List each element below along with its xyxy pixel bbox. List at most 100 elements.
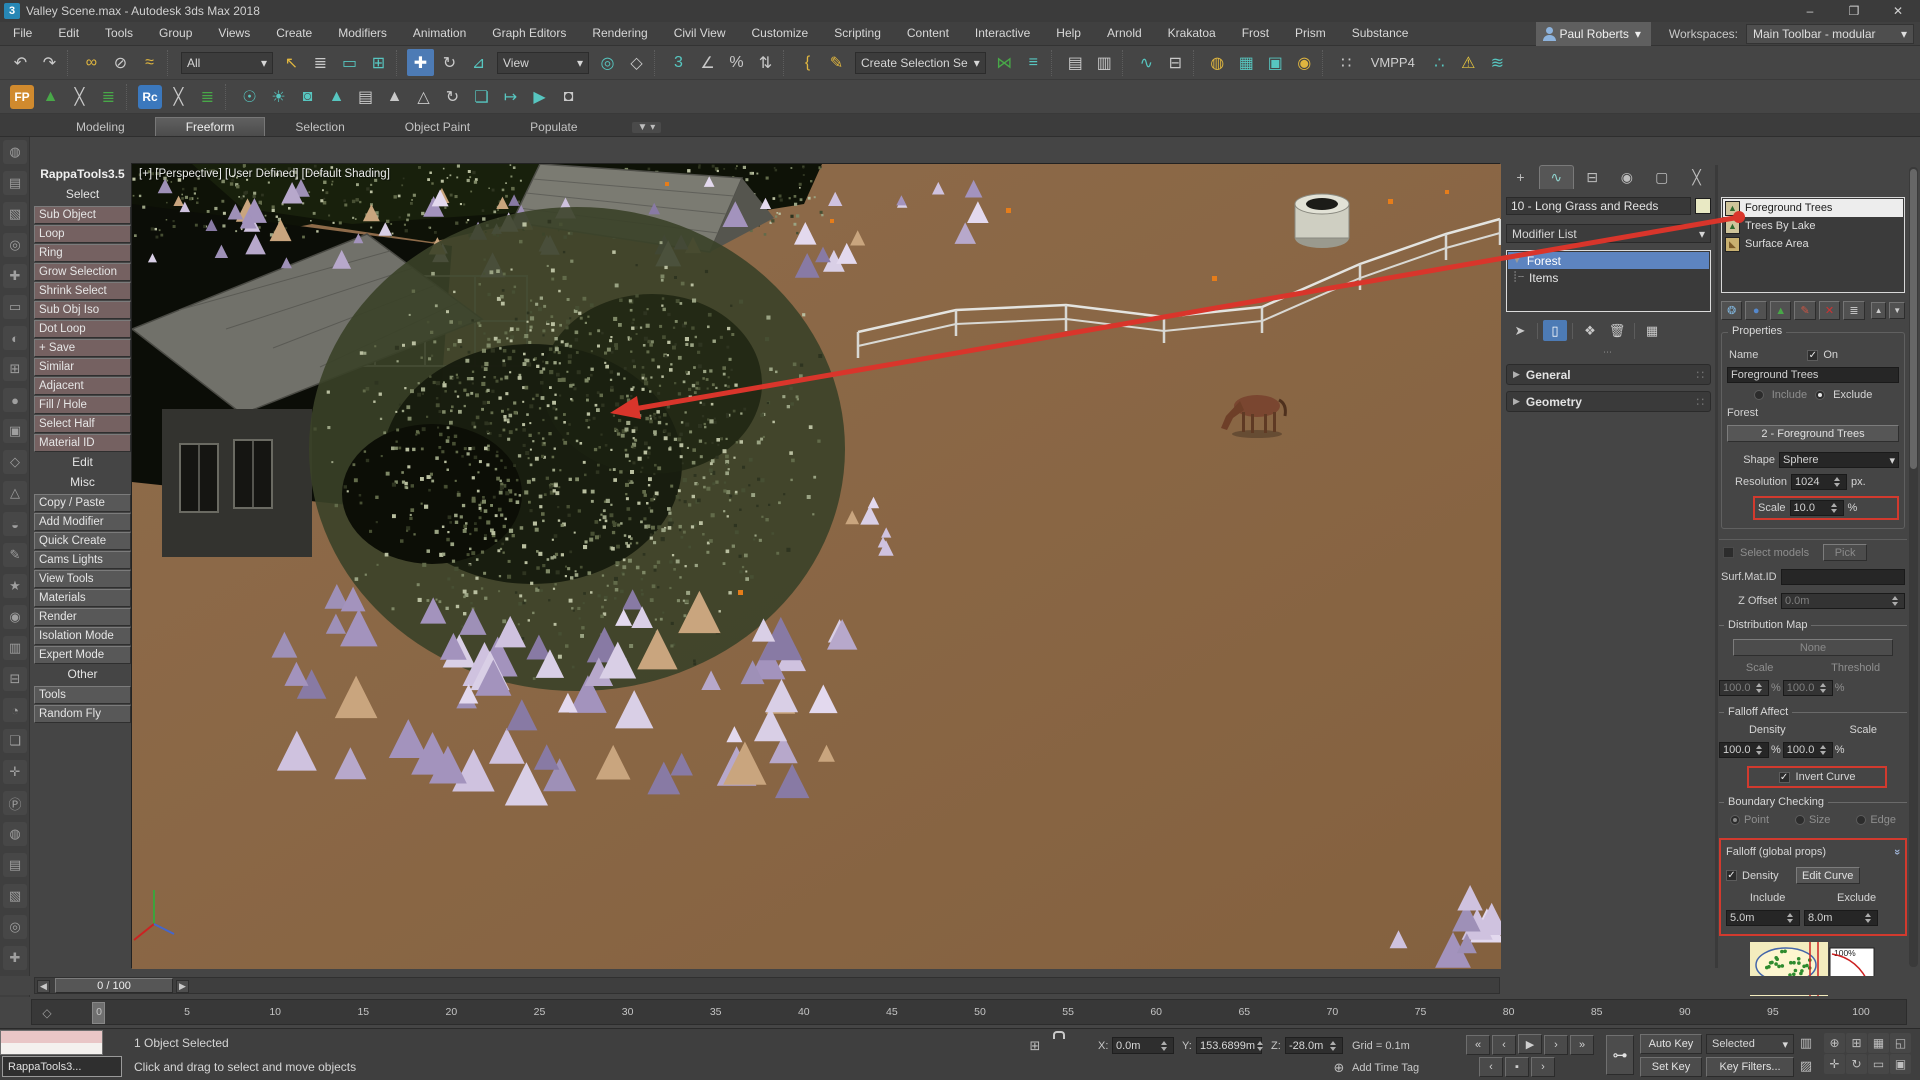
prev-key-icon[interactable]: ‹ bbox=[1479, 1057, 1503, 1077]
select-link-icon[interactable]: ∞ bbox=[78, 49, 105, 76]
menu-modifiers[interactable]: Modifiers bbox=[325, 22, 400, 45]
rappa-button-fill-hole[interactable]: Fill / Hole bbox=[34, 396, 131, 414]
resolution-field[interactable]: 1024 bbox=[1791, 474, 1847, 490]
maximize-viewport-icon[interactable]: ▣ bbox=[1890, 1054, 1911, 1074]
fg-exclude-field[interactable]: 8.0m bbox=[1804, 910, 1878, 926]
tab-freeform[interactable]: Freeform bbox=[155, 117, 266, 136]
mini-icon-top[interactable]: ▥ bbox=[1797, 1034, 1815, 1052]
track-bar-ruler[interactable]: ◇ 05101520253035404550556065707580859095… bbox=[31, 999, 1907, 1025]
y-field[interactable]: 153.6899m bbox=[1196, 1037, 1262, 1054]
include-radio[interactable] bbox=[1754, 390, 1764, 400]
maxscript-mini-listener[interactable] bbox=[0, 1030, 103, 1055]
zoom-extents-icon[interactable]: ▦ bbox=[1868, 1033, 1889, 1053]
invert-curve-checkbox[interactable]: ✓ bbox=[1779, 772, 1790, 783]
render-setup-icon[interactable]: ▦ bbox=[1233, 49, 1260, 76]
rappa-button-quick-create[interactable]: Quick Create bbox=[34, 532, 131, 550]
select-by-name-icon[interactable]: ≣ bbox=[307, 49, 334, 76]
rappa-button-dot-loop[interactable]: Dot Loop bbox=[34, 320, 131, 338]
dm-scale-field[interactable]: 100.0 bbox=[1719, 680, 1769, 696]
rappa-button-materials[interactable]: Materials bbox=[34, 589, 131, 607]
side-tool-icon[interactable]: ✎ bbox=[3, 543, 27, 567]
align-icon[interactable]: ≡ bbox=[1020, 49, 1047, 76]
side-tool-icon[interactable]: ◍ bbox=[3, 822, 27, 846]
menu-edit[interactable]: Edit bbox=[45, 22, 92, 45]
configure-modifier-sets-icon[interactable]: ▦ bbox=[1640, 320, 1664, 341]
menu-scripting[interactable]: Scripting bbox=[821, 22, 894, 45]
menu-prism[interactable]: Prism bbox=[1282, 22, 1339, 45]
side-tool-icon[interactable]: ▤ bbox=[3, 171, 27, 195]
layers-stack-icon[interactable]: ❏ bbox=[468, 83, 495, 110]
fg-include-field[interactable]: 5.0m bbox=[1726, 910, 1800, 926]
x-field[interactable]: 0.0m bbox=[1112, 1037, 1174, 1054]
auto-key-button[interactable]: Auto Key bbox=[1640, 1034, 1702, 1054]
tree-list-icon[interactable]: ▤ bbox=[352, 83, 379, 110]
surf-mat-id-field[interactable] bbox=[1781, 569, 1905, 585]
rappa-button-render[interactable]: Render bbox=[34, 608, 131, 626]
area-name-field[interactable]: Foreground Trees bbox=[1727, 367, 1899, 383]
show-end-result-icon[interactable]: ▯ bbox=[1543, 320, 1567, 341]
select-object-icon[interactable]: ↖ bbox=[278, 49, 305, 76]
area-item-trees-by-lake[interactable]: ▲Trees By Lake bbox=[1723, 217, 1903, 235]
rappa-button-add-modifier[interactable]: Add Modifier bbox=[34, 513, 131, 531]
select-rotate-icon[interactable]: ↻ bbox=[436, 49, 463, 76]
tree-icon[interactable]: ▲ bbox=[381, 83, 408, 110]
tree-outline-icon[interactable]: △ bbox=[410, 83, 437, 110]
offset-mode-icon[interactable]: ⊞ bbox=[1026, 1037, 1044, 1055]
side-tool-icon[interactable]: ◎ bbox=[3, 233, 27, 257]
scene-explorer-icon[interactable]: ▤ bbox=[1062, 49, 1089, 76]
time-slider-handle[interactable]: 0 / 100 bbox=[55, 978, 173, 993]
rappa-button-sub-obj-iso[interactable]: Sub Obj Iso bbox=[34, 301, 131, 319]
edit-curve-button[interactable]: Edit Curve bbox=[1796, 867, 1860, 884]
tab-populate[interactable]: Populate bbox=[500, 118, 607, 136]
rappa-button-ring[interactable]: Ring bbox=[34, 244, 131, 262]
delete-area-icon[interactable]: ✕ bbox=[1819, 301, 1840, 320]
area-item-foreground-trees[interactable]: ▲Foreground Trees bbox=[1723, 199, 1903, 217]
boundary-edge-radio[interactable] bbox=[1856, 815, 1866, 825]
railclone-tools-icon[interactable]: ╳ bbox=[165, 83, 192, 110]
set-key-button[interactable]: Set Key bbox=[1640, 1057, 1702, 1077]
fa-scale-field[interactable]: 100.0 bbox=[1783, 742, 1833, 758]
modifier-list-dropdown[interactable]: Modifier List ▾ bbox=[1506, 224, 1711, 243]
side-tool-icon[interactable]: △ bbox=[3, 481, 27, 505]
menu-group[interactable]: Group bbox=[146, 22, 205, 45]
z-offset-field[interactable]: 0.0m bbox=[1781, 593, 1905, 609]
menu-tools[interactable]: Tools bbox=[92, 22, 146, 45]
object-name-field[interactable]: 10 - Long Grass and Reeds bbox=[1506, 197, 1691, 215]
go-to-end-icon[interactable]: » bbox=[1570, 1035, 1594, 1055]
rappa-button-material-id[interactable]: Material ID bbox=[34, 434, 131, 452]
menu-rendering[interactable]: Rendering bbox=[579, 22, 660, 45]
remove-modifier-icon[interactable]: 🗑︎ bbox=[1605, 320, 1629, 341]
side-tool-icon[interactable]: ✚ bbox=[3, 946, 27, 970]
add-tree-icon[interactable]: ▲ bbox=[1770, 301, 1791, 320]
krakatoa-icon[interactable]: ≋ bbox=[1484, 49, 1511, 76]
particle-flow-icon[interactable]: ∴ bbox=[1426, 49, 1453, 76]
menu-graph-editors[interactable]: Graph Editors bbox=[479, 22, 579, 45]
camera-icon[interactable]: ◙ bbox=[294, 83, 321, 110]
snap-3d-icon[interactable]: 3 bbox=[665, 49, 692, 76]
select-models-checkbox[interactable] bbox=[1723, 547, 1734, 558]
viewport-canvas[interactable] bbox=[132, 164, 1501, 969]
menu-interactive[interactable]: Interactive bbox=[962, 22, 1043, 45]
distribution-map-none-button[interactable]: None bbox=[1733, 639, 1893, 656]
menu-views[interactable]: Views bbox=[205, 22, 263, 45]
select-manipulate-icon[interactable]: ◇ bbox=[623, 49, 650, 76]
paint-area-icon[interactable]: ✎ bbox=[1794, 301, 1815, 320]
side-tool-icon[interactable]: ⊟ bbox=[3, 667, 27, 691]
unlink-icon[interactable]: ⊘ bbox=[107, 49, 134, 76]
menu-arnold[interactable]: Arnold bbox=[1094, 22, 1155, 45]
panel-scrollbar[interactable] bbox=[1909, 167, 1918, 967]
rappa-button-shrink-select[interactable]: Shrink Select bbox=[34, 282, 131, 300]
material-editor-icon[interactable]: ◍ bbox=[1204, 49, 1231, 76]
pick-button[interactable]: Pick bbox=[1823, 544, 1867, 561]
tab-object-paint[interactable]: Object Paint bbox=[375, 118, 500, 136]
modify-tab-icon[interactable]: ∿ bbox=[1539, 165, 1574, 189]
exclude-radio[interactable] bbox=[1815, 390, 1825, 400]
sun-positioner-icon[interactable]: ☀ bbox=[265, 83, 292, 110]
rollout-general[interactable]: ▶General∷ bbox=[1506, 364, 1711, 385]
next-frame-icon[interactable]: › bbox=[1544, 1035, 1568, 1055]
orbit-icon[interactable]: ↻ bbox=[1846, 1054, 1867, 1074]
railclone-lister-icon[interactable]: ≣ bbox=[194, 83, 221, 110]
side-tool-icon[interactable]: ▭ bbox=[3, 295, 27, 319]
pan-icon[interactable]: ✛ bbox=[1824, 1054, 1845, 1074]
side-tool-icon[interactable]: ◉ bbox=[3, 605, 27, 629]
